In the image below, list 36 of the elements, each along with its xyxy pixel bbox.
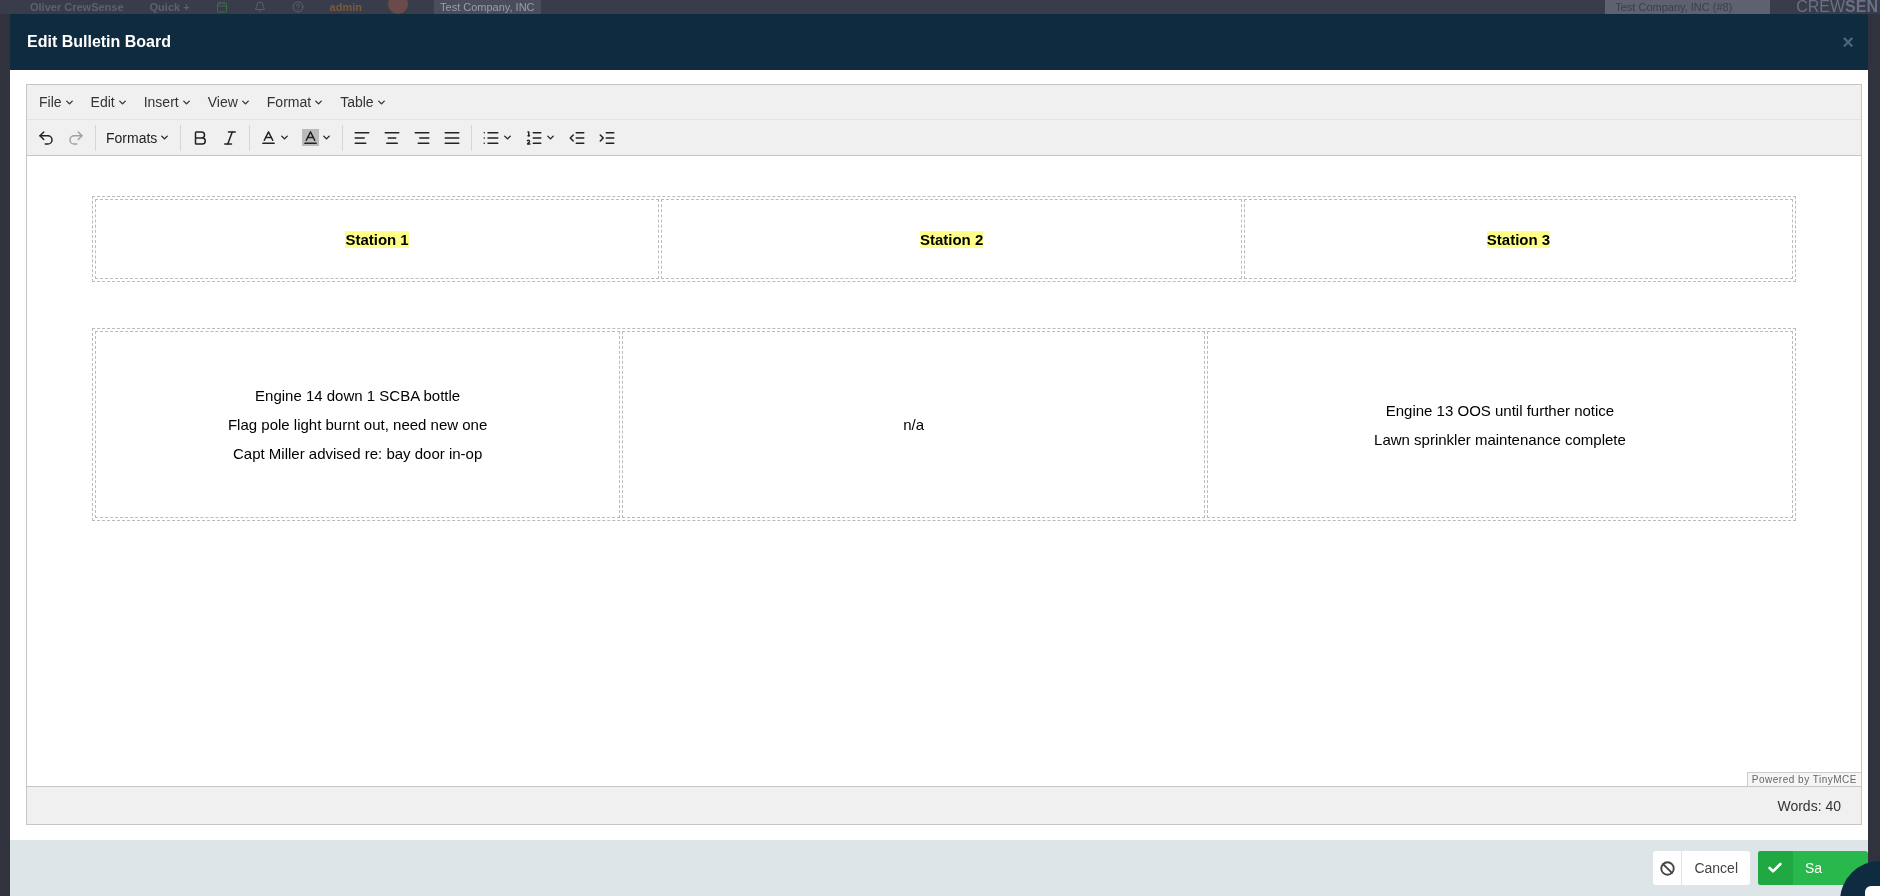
menu-item[interactable]: Edit [82, 90, 136, 114]
caret-icon [279, 132, 291, 143]
caret-icon [502, 132, 514, 143]
note-text: Lawn sprinkler maintenance complete [1373, 430, 1627, 448]
cancel-icon [1659, 860, 1675, 876]
company-avatar [388, 0, 408, 14]
word-count: Words: 40 [1777, 797, 1841, 814]
menu-item[interactable]: Insert [135, 90, 200, 114]
check-icon [1767, 860, 1783, 876]
cancel-button[interactable]: Cancel [1653, 851, 1750, 885]
logo: CREWSEN [1796, 0, 1879, 14]
note-text: n/a [902, 416, 926, 433]
numbered-list-icon [525, 128, 544, 147]
menu-item[interactable]: Format [258, 90, 333, 114]
text-color-icon [260, 129, 278, 146]
station-heading: Station 2 [919, 230, 984, 248]
redo-icon [67, 128, 85, 147]
station-heading: Station 3 [1486, 230, 1551, 248]
menu-item[interactable]: View [199, 90, 259, 114]
caret-icon [545, 132, 557, 143]
undo-icon [37, 128, 55, 147]
company-name: Test Company, INC [434, 0, 541, 14]
note-text: Capt Miller advised re: bay door in-op [232, 445, 484, 462]
menu-item[interactable]: File [31, 90, 83, 114]
station-heading: Station 1 [345, 230, 409, 248]
caret-icon [321, 132, 333, 143]
menu-item[interactable]: Table [332, 90, 395, 114]
formats-dropdown[interactable]: Formats [100, 122, 177, 153]
note-text: Engine 13 OOS until further notice [1384, 401, 1616, 419]
caret-icon [159, 132, 171, 143]
text-color-icon [302, 129, 320, 146]
role-label: admin [329, 0, 362, 14]
dialog-title: Edit Bulletin Board [27, 33, 171, 51]
branding-label[interactable]: Powered by TinyMCE [1746, 772, 1861, 786]
note-text: Engine 14 down 1 SCBA bottle [254, 387, 462, 404]
note-text: Flag pole light burnt out, need new one [226, 416, 489, 433]
